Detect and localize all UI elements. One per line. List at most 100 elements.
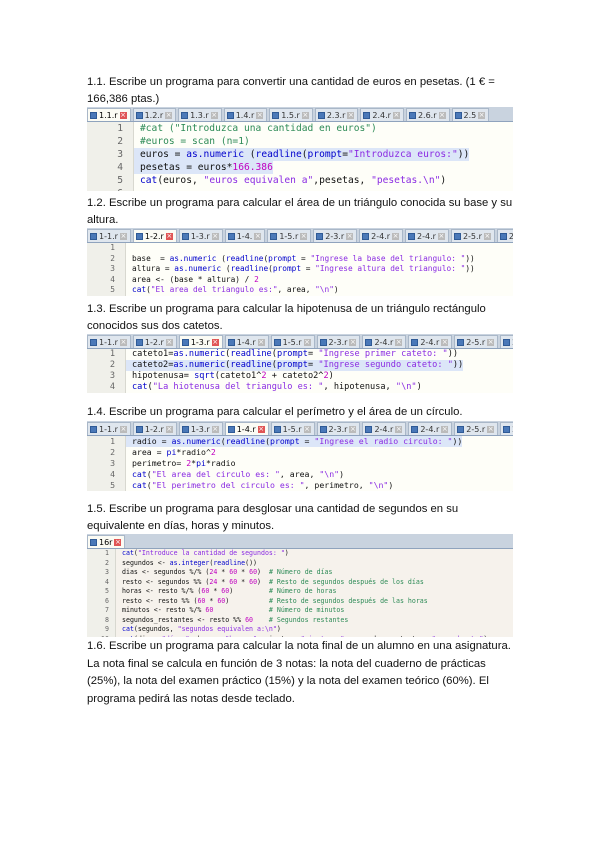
close-tab-icon[interactable]: × <box>114 538 122 546</box>
close-tab-icon[interactable]: × <box>349 425 357 433</box>
editor-tab[interactable]: 16r × <box>87 535 126 548</box>
close-tab-icon[interactable]: × <box>438 111 446 119</box>
editor-tab[interactable]: 1-5.r × <box>270 335 315 348</box>
editor-tab[interactable]: 2-4.r × <box>362 335 407 348</box>
editor-tab-label: 1.2.r <box>144 110 164 120</box>
code-area: 1 #cat ("Introduzca una cantidad en euros… <box>87 122 513 191</box>
editor-tab[interactable]: 1-3.r × <box>178 335 223 348</box>
close-tab-icon[interactable]: × <box>347 111 355 119</box>
editor-tab[interactable]: 2-5.r× <box>450 229 495 242</box>
line-number: 7 <box>87 606 116 616</box>
close-tab-icon[interactable]: × <box>395 338 403 346</box>
close-tab-icon[interactable]: × <box>392 111 400 119</box>
code-line: 9 cat(segundos, "segundos equivalen a:\n"… <box>87 625 513 635</box>
editor-tab[interactable]: 2.6.r × <box>405 108 450 121</box>
close-tab-icon[interactable]: × <box>257 425 265 433</box>
editor-tab[interactable]: 1-3.r × <box>178 422 223 435</box>
editor-tab[interactable]: 2.3.r × <box>314 108 359 121</box>
close-tab-icon[interactable]: × <box>395 425 403 433</box>
editor-tab[interactable]: 1-5.r × <box>270 422 315 435</box>
editor-tab[interactable]: 2-4.r × <box>359 229 404 242</box>
editor-tab[interactable]: 1-2.r × <box>132 335 177 348</box>
close-tab-icon[interactable]: × <box>254 232 262 240</box>
close-tab-icon[interactable]: × <box>165 425 173 433</box>
close-tab-icon[interactable]: × <box>211 232 219 240</box>
line-code: segundos_restantes <- resto %% 60 # Segu… <box>122 615 349 624</box>
close-tab-icon[interactable]: × <box>211 338 219 346</box>
editor-tab[interactable]: 1-5.r × <box>267 229 312 242</box>
editor-tab[interactable]: 2-4.r × <box>408 422 453 435</box>
editor-tab[interactable]: 2.5 × <box>451 108 490 121</box>
close-tab-icon[interactable]: × <box>119 111 127 119</box>
close-tab-icon[interactable]: × <box>303 425 311 433</box>
editor-tab[interactable]: 1-3.r × <box>178 229 223 242</box>
editor-tab[interactable]: 2-4.r × <box>408 335 453 348</box>
close-tab-icon[interactable]: × <box>119 425 127 433</box>
editor-tab-label: 1-1.r <box>99 424 118 434</box>
editor-tab[interactable]: 1.5.r × <box>269 108 313 121</box>
editor-tab-label: 2-5.r <box>512 338 513 347</box>
close-tab-icon[interactable]: × <box>346 232 354 240</box>
line-number: 6 <box>87 596 116 606</box>
close-tab-icon[interactable]: × <box>165 338 173 346</box>
editor-tab[interactable]: 1-1.r × <box>87 229 131 242</box>
editor-tab[interactable]: 2-4.r × <box>362 422 407 435</box>
editor-tab[interactable]: 2-5.r× <box>500 335 513 348</box>
code-line: 1 radio = as.numeric(readline(prompt = "I… <box>87 436 513 447</box>
close-tab-icon[interactable]: × <box>478 111 486 119</box>
editor-tab[interactable]: 2-5.r× <box>454 422 499 435</box>
editor-tab[interactable]: 1-1.r × <box>87 422 131 435</box>
editor-tab-label: 1.4.r <box>235 110 255 120</box>
editor-tab[interactable]: 2-3.r × <box>313 229 358 242</box>
code-line: 1 <box>87 243 513 254</box>
editor-tab[interactable]: 1-2.r × <box>132 229 177 242</box>
close-tab-icon[interactable]: × <box>487 425 495 433</box>
close-tab-icon[interactable]: × <box>301 111 309 119</box>
section-1-6-heading: 1.6. Escribe un programa para calcular l… <box>87 640 511 705</box>
editor-tab[interactable]: 2.4.r × <box>360 108 404 121</box>
section-1-3-heading: 1.3. Escribe un programa para calcular l… <box>87 303 486 332</box>
editor-tab[interactable]: 2-1.r× <box>496 229 513 242</box>
editor-tab[interactable]: 1-2.r × <box>132 422 177 435</box>
close-tab-icon[interactable]: × <box>165 232 173 240</box>
close-tab-icon[interactable]: × <box>119 338 127 346</box>
line-number: 5 <box>87 285 126 296</box>
editor-tab[interactable]: 1-4.r × <box>224 422 269 435</box>
r-script-icon <box>227 338 235 346</box>
r-script-icon <box>363 111 371 119</box>
editor-tab-label: 1-2.r <box>144 337 164 347</box>
close-tab-icon[interactable]: × <box>300 232 308 240</box>
r-script-icon <box>317 111 325 119</box>
close-tab-icon[interactable]: × <box>303 338 311 346</box>
editor-tab[interactable]: 1.3.r × <box>178 108 222 121</box>
editor-tab[interactable]: 2-3.r × <box>316 422 361 435</box>
close-tab-icon[interactable]: × <box>441 338 449 346</box>
close-tab-icon[interactable]: × <box>487 338 495 346</box>
close-tab-icon[interactable]: × <box>483 232 491 240</box>
editor-tab[interactable]: 1-4.r × <box>224 335 269 348</box>
close-tab-icon[interactable]: × <box>210 111 218 119</box>
editor-tab[interactable]: 2-5.r× <box>454 335 499 348</box>
close-tab-icon[interactable]: × <box>349 338 357 346</box>
close-tab-icon[interactable]: × <box>437 232 445 240</box>
close-tab-icon[interactable]: × <box>165 111 173 119</box>
line-number: 5 <box>87 480 126 491</box>
close-tab-icon[interactable]: × <box>256 111 264 119</box>
editor-tab[interactable]: 2-3.r × <box>316 335 361 348</box>
line-code: #euros = scan (n=1) <box>140 136 250 147</box>
close-tab-icon[interactable]: × <box>392 232 400 240</box>
editor-tab[interactable]: 1.2.r × <box>132 108 177 121</box>
line-number: 2 <box>87 135 134 148</box>
editor-tab[interactable]: 2-5.r× <box>500 422 513 435</box>
close-tab-icon[interactable]: × <box>257 338 265 346</box>
editor-tab[interactable]: 1.1.r × <box>87 108 131 121</box>
editor-tab[interactable]: 2-4.r × <box>405 229 449 242</box>
close-tab-icon[interactable]: × <box>211 425 219 433</box>
editor-tab[interactable]: 1.4.r × <box>223 108 268 121</box>
code-editor-screenshot-1-4: 1-1.r × 1-2.r × 1-3.r × 1-4.r × 1-5.r × 2-3.r × 2-4.… <box>87 421 513 499</box>
close-tab-icon[interactable]: × <box>441 425 449 433</box>
close-tab-icon[interactable]: × <box>119 232 127 240</box>
editor-tab[interactable]: 1-1.r × <box>87 335 131 348</box>
editor-tab[interactable]: 1-4. × <box>224 229 266 242</box>
editor-tab-label: 2-4.r <box>371 231 391 241</box>
